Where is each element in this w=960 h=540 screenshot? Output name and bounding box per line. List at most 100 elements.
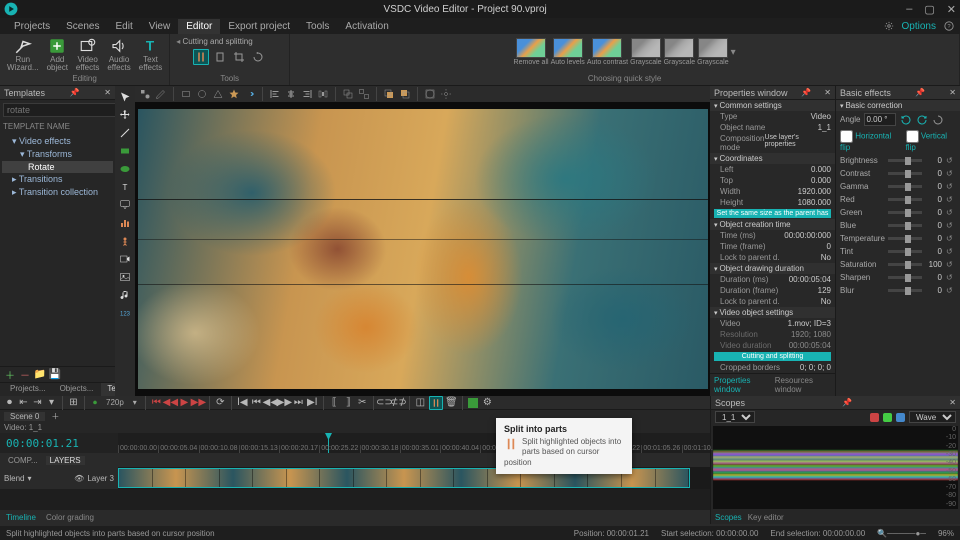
tab-layers[interactable]: LAYERS [46,456,85,465]
reset-green-icon[interactable]: ↺ [946,208,956,217]
tl-cut-in-icon[interactable]: ⟦ [329,397,340,408]
props-pin-icon[interactable]: 📌 [801,88,811,97]
send-back-icon[interactable] [399,88,411,100]
menu-projects[interactable]: Projects [6,19,58,34]
blend-label[interactable]: Blend [4,474,24,483]
angle-input[interactable] [864,113,896,126]
split-tool-button[interactable] [193,49,209,65]
reset-angle-icon[interactable] [932,114,944,126]
tl-cut-out-icon[interactable]: ⟧ [343,397,354,408]
tree-rotate[interactable]: Rotate [2,161,113,173]
slider-tint[interactable] [888,250,922,253]
slider-green[interactable] [888,211,922,214]
scope-green-toggle[interactable] [883,413,892,422]
reset-blue-icon[interactable]: ↺ [946,221,956,230]
scopes-pin-icon[interactable]: 📌 [842,398,852,407]
tl-prev-frame-icon[interactable]: Ⅰ◀ [237,397,248,408]
tab-key-editor[interactable]: Key editor [748,513,784,522]
quick-style-auto-contrast[interactable]: Auto contrast [587,38,628,66]
menu-editor[interactable]: Editor [178,19,220,34]
crop-tool-button[interactable] [231,49,247,65]
tl-record-icon[interactable]: ⏺ [4,397,15,408]
line-tool[interactable] [118,126,132,140]
tab-comp[interactable]: COMP... [4,456,42,465]
slider-contrast[interactable] [888,172,922,175]
chart-tool[interactable] [118,216,132,230]
tab-resources-window[interactable]: Resources window [775,376,831,394]
run-wizard-button[interactable]: Run Wizard... [4,36,42,73]
reset-sharpen-icon[interactable]: ↺ [946,273,956,282]
slider-saturation[interactable] [888,263,922,266]
sec-basic-corr[interactable]: Basic correction [836,100,960,111]
tooltip-tool[interactable] [118,198,132,212]
add-object-button[interactable]: Add object [44,36,71,73]
tl-marker-out-icon[interactable]: ⇥ [32,397,43,408]
tl-play-icon[interactable]: ▶ [179,397,190,408]
video-tool[interactable] [118,252,132,266]
gear-icon[interactable] [884,21,894,31]
effects-close-icon[interactable]: ✕ [949,88,956,97]
counter-tool[interactable]: 123 [118,306,132,320]
image-tool[interactable] [118,270,132,284]
tl-loop-icon[interactable]: ⟳ [215,397,226,408]
tree-transition-collection[interactable]: ▸ Transition collection [2,186,113,199]
quick-style-grayscale-1[interactable]: Grayscale [630,38,662,66]
tl-crop-icon[interactable]: ◫ [415,397,426,408]
reset-saturation-icon[interactable]: ↺ [946,260,956,269]
rect-shape-icon[interactable] [180,88,192,100]
rotate-ccw-icon[interactable] [900,114,912,126]
slider-sharpen[interactable] [888,276,922,279]
tree-transitions[interactable]: ▸ Transitions [2,173,113,186]
audio-tool[interactable] [118,288,132,302]
maximize-button[interactable]: ▢ [924,3,934,16]
menu-activation[interactable]: Activation [337,19,396,34]
triangle-shape-icon[interactable] [212,88,224,100]
minimize-button[interactable]: – [906,3,912,16]
blend-dropdown[interactable]: ▾ [27,474,31,483]
tab-color-grading[interactable]: Color grading [46,513,94,522]
scene-tab[interactable]: Scene 0 [4,412,45,421]
menu-scenes[interactable]: Scenes [58,19,107,34]
cursor-tool[interactable] [118,90,132,104]
align-left-icon[interactable] [269,88,281,100]
res-dropdown[interactable]: ▾ [130,398,140,407]
mask-icon[interactable] [424,88,436,100]
pen-icon[interactable] [155,88,167,100]
text-tool[interactable]: T [118,180,132,194]
tab-projects[interactable]: Projects... [4,383,52,396]
quick-style-more[interactable]: ▾ [731,47,736,58]
tl-color-picker-icon[interactable] [468,397,479,408]
effects-pin-icon[interactable]: 📌 [915,88,925,97]
video-effects-button[interactable]: Video effects [73,36,102,73]
text-effects-button[interactable]: T Text effects [136,36,165,73]
template-folder-button[interactable]: 📁 [34,369,46,381]
reset-contrast-icon[interactable]: ↺ [946,169,956,178]
menu-view[interactable]: View [141,19,179,34]
tl-prev-icon[interactable]: ◀◀ [265,397,276,408]
slider-red[interactable] [888,198,922,201]
tree-video-effects[interactable]: ▾ Video effects [2,135,113,148]
shape-picker-icon[interactable] [139,88,151,100]
resolution-label[interactable]: 720p [103,398,127,407]
slider-brightness[interactable] [888,159,922,162]
scope-mode-select[interactable]: Wave [909,411,956,423]
scene-add-button[interactable]: ＋ [51,411,59,422]
tl-next-frame-icon[interactable]: ▶Ⅰ [307,397,318,408]
distribute-icon[interactable] [317,88,329,100]
scopes-close-icon[interactable]: ✕ [949,398,956,407]
template-save-button[interactable]: 💾 [49,369,61,381]
align-center-icon[interactable] [285,88,297,100]
star-shape-icon[interactable] [228,88,240,100]
object-name-value[interactable]: 1_1 [818,123,831,132]
tl-trim-icon[interactable]: ✂ [357,397,368,408]
sec-common[interactable]: Common settings [710,100,835,111]
tl-snap-icon[interactable]: ⊞ [68,397,79,408]
tl-unlink-icon[interactable]: ⊄⊅ [393,397,404,408]
sprite-tool[interactable] [118,234,132,248]
vflip-checkbox[interactable]: Vertical flip [906,130,956,152]
slider-blur[interactable] [888,289,922,292]
layer-name[interactable]: Layer 3 [87,474,114,483]
slider-gamma[interactable] [888,185,922,188]
reset-temperature-icon[interactable]: ↺ [946,234,956,243]
menu-edit[interactable]: Edit [107,19,140,34]
